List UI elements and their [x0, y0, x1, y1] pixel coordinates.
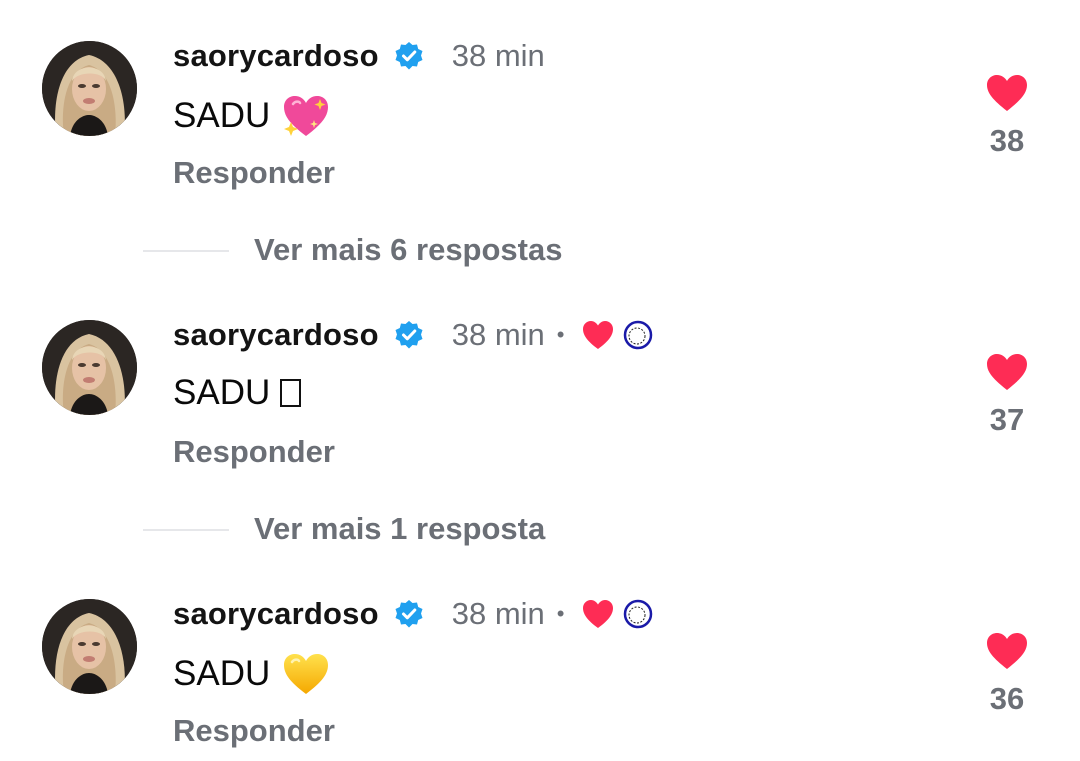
user-avatar[interactable] — [42, 599, 137, 694]
verified-badge-icon — [394, 320, 424, 350]
like-heart-icon[interactable] — [986, 74, 1028, 112]
comment-header: saorycardoso 38 min — [173, 36, 545, 76]
view-more-replies-button[interactable]: Ver mais 6 respostas — [254, 232, 562, 268]
verified-badge-icon — [394, 599, 424, 629]
comment-time: 38 min — [451, 317, 545, 352]
reply-button[interactable]: Responder — [173, 713, 335, 749]
creator-heart-icon — [583, 600, 614, 628]
comment-header: saorycardoso 38 min • — [173, 594, 653, 634]
reply-button[interactable]: Responder — [173, 155, 335, 191]
comment-text: SADU — [173, 654, 271, 693]
avatar-photo-icon — [42, 320, 137, 415]
like-count: 37 — [989, 402, 1025, 437]
user-avatar[interactable] — [42, 41, 137, 136]
comment-text-row: SADU — [173, 652, 330, 696]
username[interactable]: saorycardoso — [173, 317, 379, 353]
verified-badge-icon — [394, 41, 424, 71]
comment-header: saorycardoso 38 min • — [173, 315, 653, 355]
like-control: 38 — [980, 74, 1034, 159]
comment-1: saorycardoso 38 min SADU Responder 38 — [0, 0, 1080, 200]
creator-avatar-icon — [624, 320, 653, 350]
sparkling-heart-emoji-icon — [282, 94, 330, 138]
separator-dot: • — [556, 322, 565, 347]
avatar-photo-icon — [42, 599, 137, 694]
view-more-replies-2: Ver mais 1 resposta — [0, 509, 1080, 549]
like-control: 36 — [980, 632, 1034, 717]
reply-thread-divider — [143, 529, 229, 531]
comment-2: saorycardoso 38 min • SADU Responder 37 — [0, 279, 1080, 479]
username[interactable]: saorycardoso — [173, 38, 379, 74]
comment-text-row: SADU — [173, 373, 302, 413]
like-heart-icon[interactable] — [986, 632, 1028, 670]
creator-heart-icon — [583, 321, 614, 349]
comment-text: SADU — [173, 96, 271, 135]
comment-text-row: SADU — [173, 94, 330, 138]
username[interactable]: saorycardoso — [173, 596, 379, 632]
user-avatar[interactable] — [42, 320, 137, 415]
creator-liked-indicator — [582, 599, 653, 629]
creator-liked-indicator — [582, 320, 653, 350]
like-heart-icon[interactable] — [986, 353, 1028, 391]
reply-thread-divider — [143, 250, 229, 252]
view-more-replies-button[interactable]: Ver mais 1 resposta — [254, 511, 545, 547]
creator-avatar-icon — [624, 599, 653, 629]
like-count: 38 — [989, 123, 1025, 158]
view-more-replies-1: Ver mais 6 respostas — [0, 230, 1080, 270]
separator-dot: • — [556, 601, 565, 626]
comment-3: saorycardoso 38 min • SADU Responder 36 — [0, 558, 1080, 758]
reply-button[interactable]: Responder — [173, 434, 335, 470]
comment-text: SADU — [173, 373, 271, 412]
avatar-photo-icon — [42, 41, 137, 136]
missing-glyph-icon — [280, 379, 302, 407]
like-count: 36 — [989, 681, 1025, 716]
comment-time: 38 min — [451, 38, 545, 73]
yellow-heart-emoji-icon — [282, 652, 330, 696]
like-control: 37 — [980, 353, 1034, 438]
comment-time: 38 min — [451, 596, 545, 631]
